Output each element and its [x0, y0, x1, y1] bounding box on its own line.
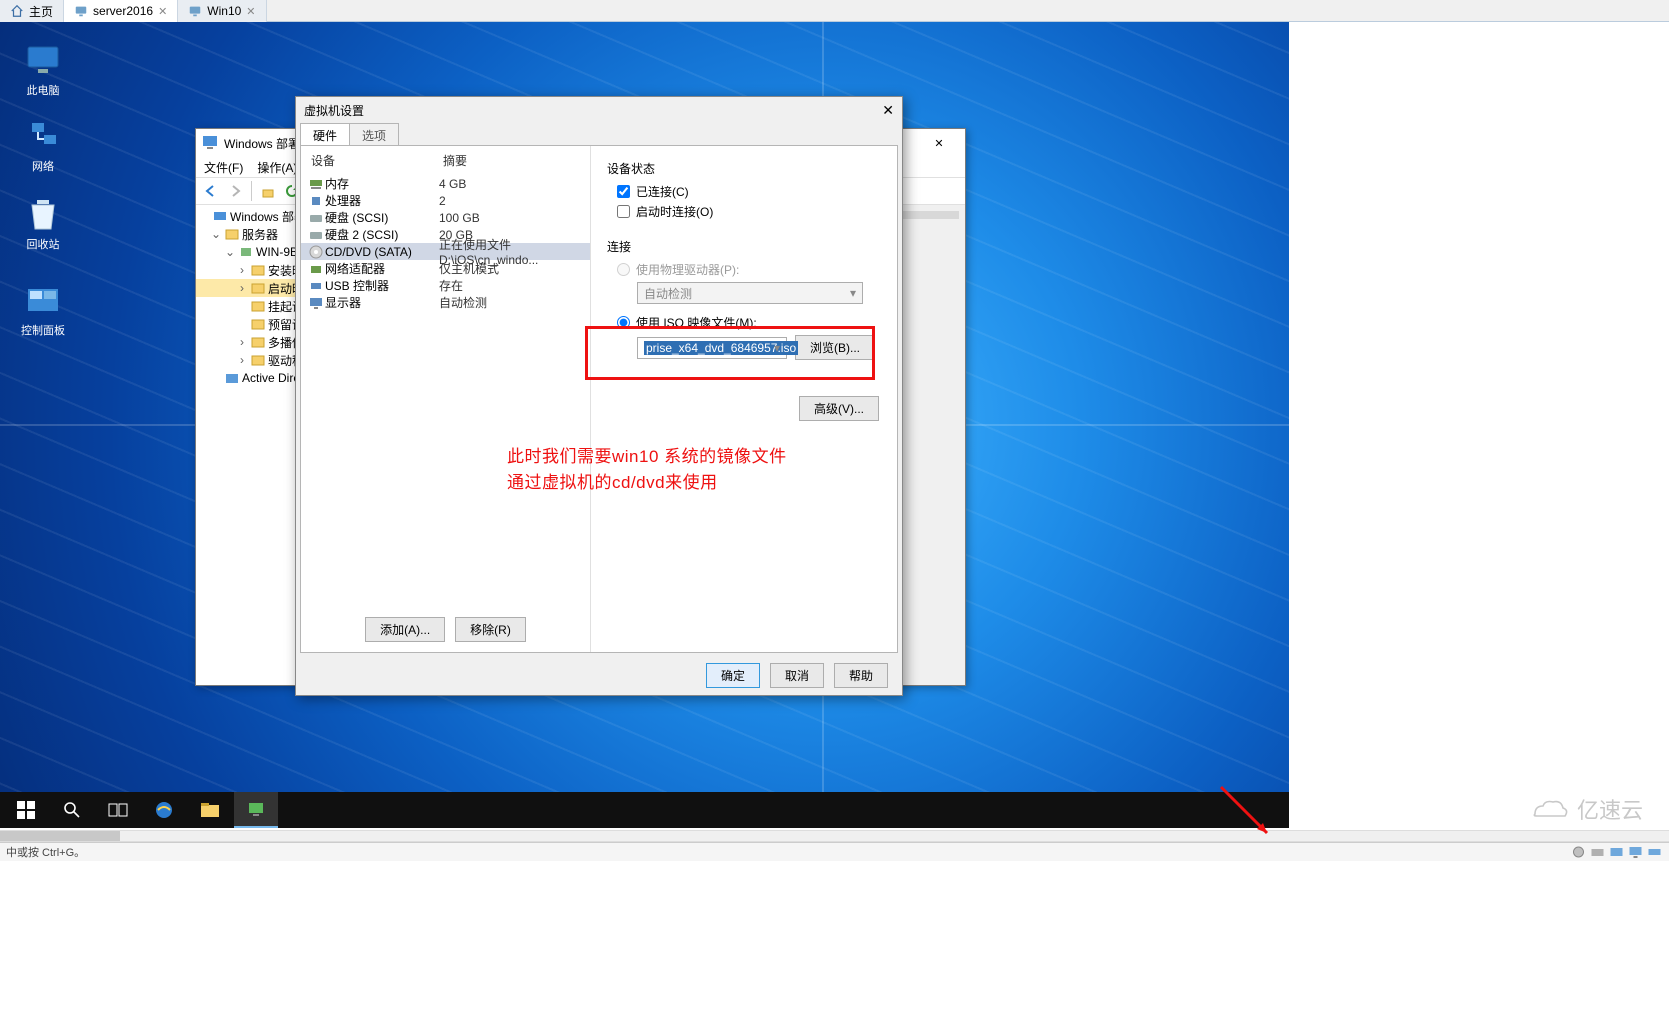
explorer-button[interactable] — [188, 792, 232, 828]
tab-win10-label: Win10 — [207, 4, 241, 18]
dialog-title: 虚拟机设置 — [304, 102, 364, 119]
search-button[interactable] — [50, 792, 94, 828]
status-nic-icon[interactable] — [1608, 845, 1625, 859]
menu-file[interactable]: 文件(F) — [204, 159, 243, 176]
recycle-icon — [25, 196, 61, 232]
control-panel-icon — [25, 282, 61, 318]
memory-icon — [307, 178, 325, 190]
close-button[interactable]: ✕ — [882, 102, 894, 119]
hw-memory[interactable]: 内存4 GB — [301, 175, 590, 192]
home-icon — [10, 4, 24, 18]
dialog-titlebar[interactable]: 虚拟机设置 ✕ — [296, 97, 902, 123]
vmware-tab-strip: 主页 server2016 ✕ Win10 ✕ — [0, 0, 1669, 22]
remove-hardware-button[interactable]: 移除(R) — [455, 617, 526, 642]
hw-usb[interactable]: USB 控制器存在 — [301, 277, 590, 294]
pc-icon — [25, 42, 61, 78]
desktop-icon-network[interactable]: 网络 — [6, 118, 80, 174]
start-button[interactable] — [4, 792, 48, 828]
icon-label: 控制面板 — [6, 322, 80, 338]
add-hardware-button[interactable]: 添加(A)... — [365, 617, 445, 642]
hw-cpu[interactable]: 处理器2 — [301, 192, 590, 209]
hardware-detail: 设备状态 已连接(C) 启动时连接(O) 连接 使用物理驱动器(P): 自动检测… — [591, 146, 897, 652]
close-icon[interactable]: ✕ — [246, 5, 255, 18]
annotation-arrow — [1213, 779, 1283, 849]
help-button[interactable]: 帮助 — [834, 663, 888, 688]
icon-label: 回收站 — [6, 236, 80, 252]
status-display-icon[interactable] — [1627, 845, 1644, 859]
status-usb-icon[interactable] — [1646, 845, 1663, 859]
cd-icon — [307, 245, 325, 259]
network-icon — [25, 118, 61, 154]
hdd-icon — [307, 212, 325, 224]
cancel-button[interactable]: 取消 — [770, 663, 824, 688]
menu-action[interactable]: 操作(A) — [257, 159, 297, 176]
display-icon — [307, 297, 325, 309]
hardware-list: 设备摘要 内存4 GB 处理器2 硬盘 (SCSI)100 GB 硬盘 2 (S… — [301, 146, 591, 652]
col-device: 设备 — [311, 152, 443, 169]
tab-server-label: server2016 — [93, 4, 153, 18]
status-hint: 中或按 Ctrl+G。 — [6, 844, 85, 860]
ok-button[interactable]: 确定 — [706, 663, 760, 688]
tab-server2016[interactable]: server2016 ✕ — [64, 0, 178, 22]
annotation-text: 此时我们需要win10 系统的镜像文件 通过虚拟机的cd/dvd来使用 — [507, 444, 787, 495]
usb-icon — [307, 280, 325, 292]
combo-physical-drive: 自动检测 — [637, 282, 863, 304]
status-cd-icon[interactable] — [1570, 845, 1587, 859]
desktop-icon-recyclebin[interactable]: 回收站 — [6, 196, 80, 252]
chk-connect-poweron[interactable]: 启动时连接(O) — [617, 203, 881, 220]
forward-button[interactable] — [224, 180, 246, 202]
hw-network[interactable]: 网络适配器仅主机模式 — [301, 260, 590, 277]
ie-button[interactable] — [142, 792, 186, 828]
tab-win10[interactable]: Win10 ✕ — [178, 0, 266, 22]
group-device-state: 设备状态 — [607, 160, 881, 177]
tab-hardware[interactable]: 硬件 — [300, 123, 350, 145]
icon-label: 网络 — [6, 158, 80, 174]
tab-options[interactable]: 选项 — [349, 123, 399, 145]
group-connection: 连接 — [607, 238, 881, 255]
advanced-button[interactable]: 高级(V)... — [799, 396, 879, 421]
hw-disk1[interactable]: 硬盘 (SCSI)100 GB — [301, 209, 590, 226]
watermark-text: 亿速云 — [1577, 793, 1643, 825]
annotation-box — [585, 326, 875, 380]
close-icon[interactable]: ✕ — [158, 5, 167, 18]
desktop-icon-pc[interactable]: 此电脑 — [6, 42, 80, 98]
horizontal-scrollbar[interactable] — [0, 830, 1669, 842]
chk-connected[interactable]: 已连接(C) — [617, 183, 881, 200]
hw-cddvd[interactable]: CD/DVD (SATA)正在使用文件 D:\iOS\cn_windo... — [301, 243, 590, 260]
nic-icon — [307, 263, 325, 275]
cpu-icon — [307, 194, 325, 208]
back-button[interactable] — [200, 180, 222, 202]
icon-label: 此电脑 — [6, 82, 80, 98]
taskview-button[interactable] — [96, 792, 140, 828]
tree-servers[interactable]: 服务器 — [242, 226, 278, 243]
status-hdd-icon[interactable] — [1589, 845, 1606, 859]
col-summary: 摘要 — [443, 152, 580, 169]
taskbar — [0, 792, 1289, 828]
wds-task-button[interactable] — [234, 792, 278, 828]
radio-physical-drive: 使用物理驱动器(P): — [617, 261, 881, 278]
monitor-icon — [74, 4, 88, 18]
tab-home-label: 主页 — [29, 3, 53, 20]
up-button[interactable] — [257, 180, 279, 202]
close-button[interactable]: ✕ — [919, 129, 959, 157]
tab-home[interactable]: 主页 — [0, 0, 64, 22]
hw-display[interactable]: 显示器自动检测 — [301, 294, 590, 311]
hdd-icon — [307, 229, 325, 241]
monitor-icon — [188, 4, 202, 18]
desktop-icon-controlpanel[interactable]: 控制面板 — [6, 282, 80, 338]
wds-icon — [202, 134, 218, 153]
vm-settings-dialog: 虚拟机设置 ✕ 硬件 选项 设备摘要 内存4 GB 处理器2 硬盘 (SCSI)… — [295, 96, 903, 696]
vmware-statusbar: 中或按 Ctrl+G。 — [0, 842, 1669, 861]
watermark: 亿速云 — [1529, 793, 1643, 825]
